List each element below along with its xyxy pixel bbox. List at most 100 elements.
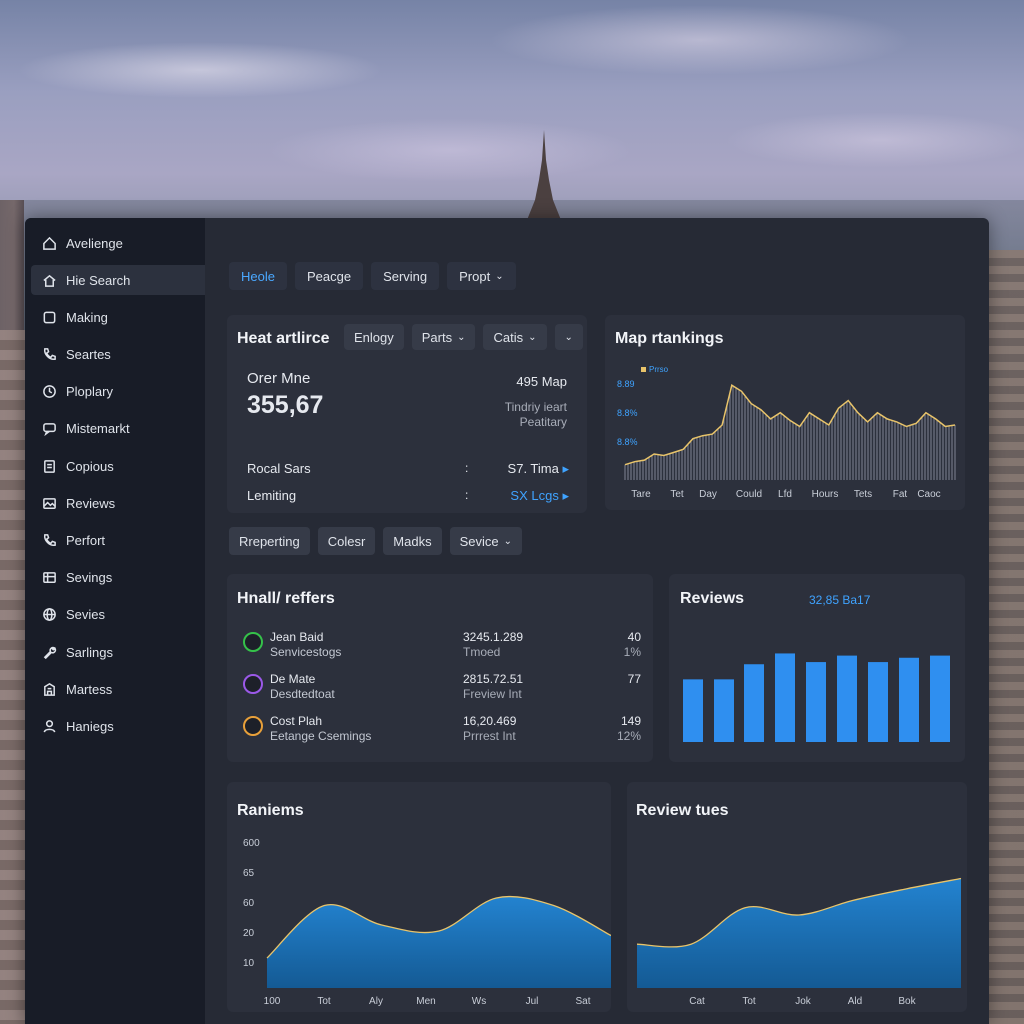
- sidebar-item-avelienge[interactable]: Avelienge: [31, 228, 205, 258]
- y-tick-label: 8.8%: [617, 408, 638, 418]
- chip-sevice[interactable]: Sevice ⌄: [449, 527, 522, 555]
- y-tick-label: 10: [243, 958, 255, 969]
- sidebar-item-label: Sarlings: [66, 644, 113, 660]
- row-value-sub: Tmoed: [463, 645, 501, 659]
- right-sub2: Peatitary: [519, 415, 567, 429]
- bar: [683, 679, 703, 742]
- chip-enlogy[interactable]: Enlogy: [344, 324, 404, 350]
- raniems-area-chart: 600 65 60 20 10 100 Tot Aly Men Ws Jul Sat: [243, 838, 611, 1007]
- grid-icon: [41, 570, 57, 586]
- sidebar-item-mistemarkt[interactable]: Mistemarkt: [31, 414, 205, 444]
- chip-madks[interactable]: Madks: [383, 527, 442, 555]
- sidebar-item-martess[interactable]: Martess: [31, 674, 205, 704]
- list-item[interactable]: De Mate Desdtedtoat 2815.72.51 Freview Int 7…: [227, 672, 653, 708]
- list-item[interactable]: Jean Baid Senvicestogs 3245.1.289 Tmoed 40 1%: [227, 630, 653, 666]
- sidebar-item-copious[interactable]: Copious: [31, 451, 205, 481]
- top-tabs: Heole Peacge Serving Propt ⌄: [229, 262, 516, 290]
- y-tick-label: 60: [243, 898, 255, 909]
- sidebar-item-seartes[interactable]: Seartes: [31, 340, 205, 370]
- sidebar-item-ploplary[interactable]: Ploplary: [31, 377, 205, 407]
- bar: [899, 657, 919, 742]
- bar: [806, 662, 826, 742]
- sidebar-list: Avelienge Hie Search Making Seartes Ploplary…: [25, 228, 205, 741]
- tab-peacge[interactable]: Peacge: [294, 262, 364, 290]
- row-count: 149: [620, 714, 641, 728]
- chip-rreperting[interactable]: Rreperting: [229, 527, 310, 555]
- bar: [775, 653, 795, 742]
- bar: [930, 655, 950, 742]
- row-value-link[interactable]: SX Lcgs ▸: [510, 488, 569, 504]
- chip-label: Enlogy: [354, 329, 394, 345]
- sidebar-item-sarlings[interactable]: Sarlings: [31, 637, 205, 667]
- gallery-icon: [41, 495, 57, 511]
- x-tick-label: Day: [699, 489, 717, 500]
- row-percent: 12%: [616, 729, 641, 743]
- row-name: De Mate: [270, 672, 316, 686]
- avatar-icon: [243, 632, 263, 652]
- x-tick-label: Ws: [472, 996, 486, 1007]
- row-sep: :: [465, 461, 469, 475]
- map-rankings-card: Map rtankings Prrso 8.89 8.8% 8.8% Tare Tet Da…: [605, 315, 965, 510]
- chip-label: Sevice: [459, 533, 499, 549]
- chip-colesr[interactable]: Colesr: [317, 527, 376, 555]
- x-tick-label: Tets: [854, 489, 872, 500]
- building-icon: [41, 681, 57, 697]
- x-tick-label: Jok: [795, 996, 812, 1007]
- document-icon: [41, 458, 57, 474]
- dashboard-window: Avelienge Hie Search Making Seartes Ploplary…: [25, 218, 989, 1024]
- x-tick-label: Hours: [812, 489, 839, 500]
- row-count: 40: [627, 630, 641, 644]
- x-tick-label: Jul: [526, 996, 539, 1007]
- area-fill: [267, 896, 611, 988]
- row-sep: :: [465, 488, 469, 502]
- square-icon: [41, 309, 57, 325]
- chevron-down-icon: ⌄: [564, 331, 573, 343]
- wrench-icon: [41, 644, 57, 660]
- bar: [714, 679, 734, 742]
- globe-icon: [41, 607, 57, 623]
- tab-propt[interactable]: Propt ⌄: [447, 262, 516, 290]
- x-tick-label: Fat: [893, 489, 908, 500]
- x-tick-label: Tot: [742, 996, 756, 1007]
- sidebar-item-reviews[interactable]: Reviews: [31, 488, 205, 518]
- row-value-sub: Freview Int: [463, 687, 522, 701]
- sidebar-item-sevies[interactable]: Sevies: [31, 600, 205, 630]
- tab-serving[interactable]: Serving: [371, 262, 440, 290]
- bar: [744, 664, 764, 742]
- chip-more[interactable]: ⌄: [554, 324, 583, 350]
- sidebar-item-perfort[interactable]: Perfort: [31, 526, 205, 556]
- sidebar: Avelienge Hie Search Making Seartes Ploplary…: [25, 218, 205, 1024]
- row-sub: Desdtedtoat: [270, 687, 335, 701]
- sidebar-item-haniegs[interactable]: Haniegs: [31, 711, 205, 741]
- x-tick-label: Tet: [670, 489, 684, 500]
- list-item[interactable]: Cost Plah Eetange Csemings 16,20.469 Prrres…: [227, 714, 653, 750]
- row-name: Jean Baid: [270, 630, 324, 644]
- raniems-card: Raniems 600 65 60 20 10 100 Tot Aly Men Ws Jul Sat: [227, 782, 611, 1012]
- heat-card-title: Heat artlirce: [237, 330, 330, 347]
- x-tick-label: Tot: [317, 996, 331, 1007]
- tab-label: Propt: [459, 268, 491, 284]
- hnall-card: Hnall/ reffers Jean Baid Senvicestogs 3245…: [227, 574, 653, 762]
- x-tick-label: Lfd: [778, 489, 792, 500]
- sidebar-item-making[interactable]: Making: [31, 302, 205, 332]
- sidebar-item-label: Perfort: [66, 533, 106, 548]
- main-content: Heole Peacge Serving Propt ⌄ Heat artlirc…: [205, 218, 989, 1024]
- tab-heole[interactable]: Heole: [229, 262, 287, 290]
- row-sub: Senvicestogs: [270, 645, 342, 659]
- row-value-link[interactable]: S7. Tima ▸: [508, 461, 569, 477]
- arrow-right-icon: ▸: [562, 461, 569, 476]
- bar: [837, 655, 857, 742]
- sidebar-item-label: Hie Search: [66, 272, 131, 288]
- sidebar-item-label: Making: [66, 309, 108, 325]
- chip-catis[interactable]: Catis ⌄: [483, 324, 547, 350]
- x-tick-label: 100: [264, 996, 281, 1007]
- chip-label: Rreperting: [239, 533, 300, 549]
- sidebar-item-hie-search[interactable]: Hie Search: [31, 265, 205, 296]
- row-value: 3245.1.289: [463, 630, 524, 644]
- heat-card-chips: Enlogy Parts ⌄ Catis ⌄ ⌄: [344, 324, 583, 350]
- phone-icon: [41, 347, 57, 363]
- x-tick-label: Bok: [898, 996, 916, 1007]
- sidebar-item-sevings[interactable]: Sevings: [31, 563, 205, 593]
- chip-parts[interactable]: Parts ⌄: [411, 324, 476, 350]
- right-value: 495 Map: [516, 374, 567, 389]
